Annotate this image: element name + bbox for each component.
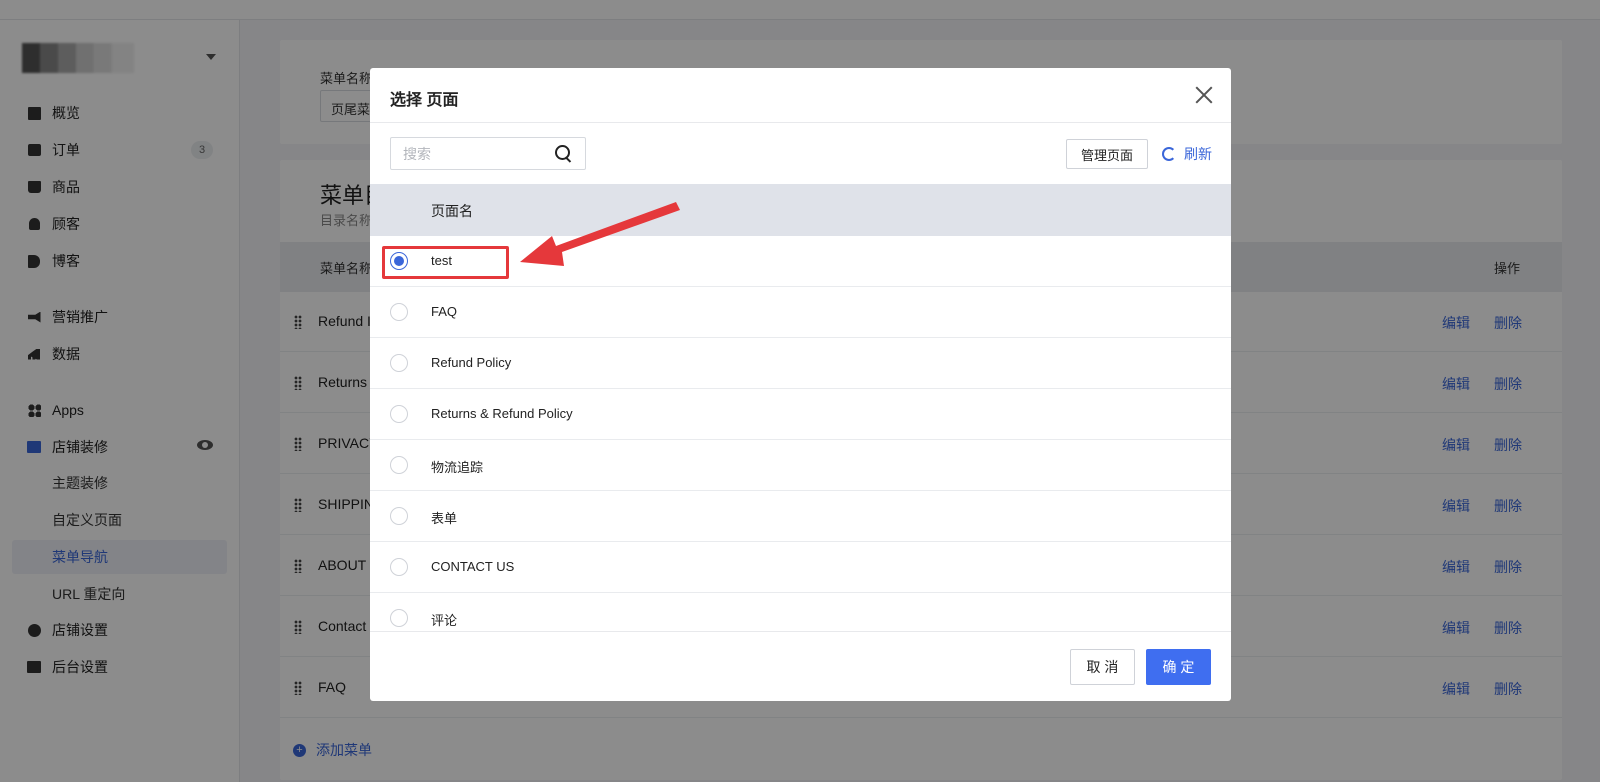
search-input[interactable]: [403, 145, 553, 162]
page-row[interactable]: CONTACT US: [370, 542, 1231, 593]
manage-pages-button[interactable]: 管理页面: [1066, 139, 1148, 169]
page-radio[interactable]: [390, 558, 408, 576]
page-row[interactable]: 物流追踪: [370, 440, 1231, 491]
page-radio[interactable]: [390, 354, 408, 372]
page-name: CONTACT US: [431, 559, 515, 574]
search-icon[interactable]: [555, 145, 573, 163]
page-name: 物流追踪: [431, 460, 484, 475]
page-radio[interactable]: [390, 507, 408, 525]
dialog-title: 选择 页面: [390, 92, 459, 109]
page-row[interactable]: Returns & Refund Policy: [370, 389, 1231, 440]
page-radio[interactable]: [390, 609, 408, 627]
select-page-dialog: 选择 页面 管理页面 刷新 页面名 test FAQ Refund Policy…: [370, 68, 1231, 701]
page-radio[interactable]: [390, 405, 408, 423]
page-row[interactable]: 评论: [370, 593, 1231, 630]
close-icon[interactable]: [1193, 84, 1215, 106]
column-header-page-name: 页面名: [431, 203, 473, 219]
dialog-footer: 取 消 确 定: [370, 631, 1231, 701]
page-name: Returns & Refund Policy: [431, 406, 573, 421]
page-radio[interactable]: [390, 303, 408, 321]
page-row[interactable]: FAQ: [370, 287, 1231, 338]
refresh-icon: [1162, 147, 1176, 161]
page-name: Refund Policy: [431, 355, 512, 370]
search-field[interactable]: [390, 137, 586, 170]
page-radio[interactable]: [390, 456, 408, 474]
annotation-arrow-icon: [520, 202, 680, 266]
confirm-button[interactable]: 确 定: [1146, 649, 1211, 685]
annotation-highlight-box: [382, 246, 509, 279]
refresh-button[interactable]: 刷新: [1162, 143, 1212, 165]
page-name: 评论: [431, 613, 458, 628]
cancel-button[interactable]: 取 消: [1070, 649, 1135, 685]
page-row[interactable]: 表单: [370, 491, 1231, 542]
page-name: 表单: [431, 511, 458, 526]
dialog-header: 选择 页面: [370, 68, 1231, 123]
page-name: FAQ: [431, 304, 458, 319]
refresh-label: 刷新: [1184, 146, 1212, 162]
page-row[interactable]: Refund Policy: [370, 338, 1231, 389]
pages-list[interactable]: test FAQ Refund Policy Returns & Refund …: [370, 236, 1231, 630]
